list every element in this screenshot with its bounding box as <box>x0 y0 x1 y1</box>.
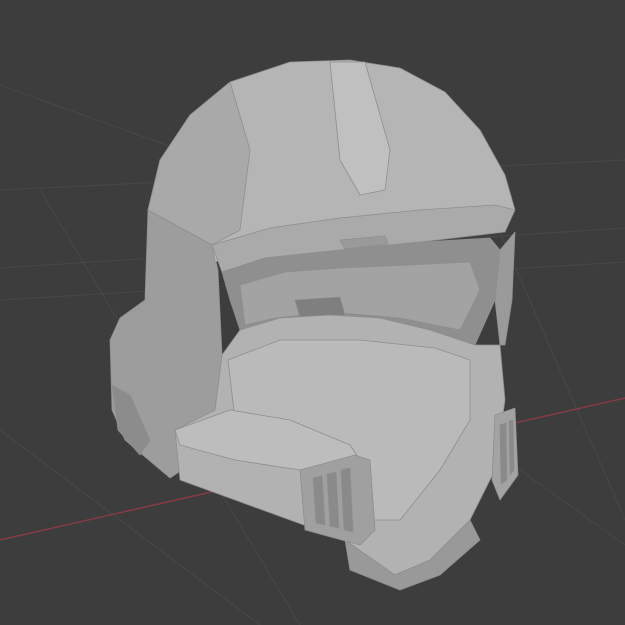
helmet-vent-left-slats <box>312 467 354 533</box>
3d-viewport[interactable] <box>0 0 625 625</box>
helmet-visor-slot <box>294 296 346 319</box>
viewport-canvas <box>0 0 625 625</box>
